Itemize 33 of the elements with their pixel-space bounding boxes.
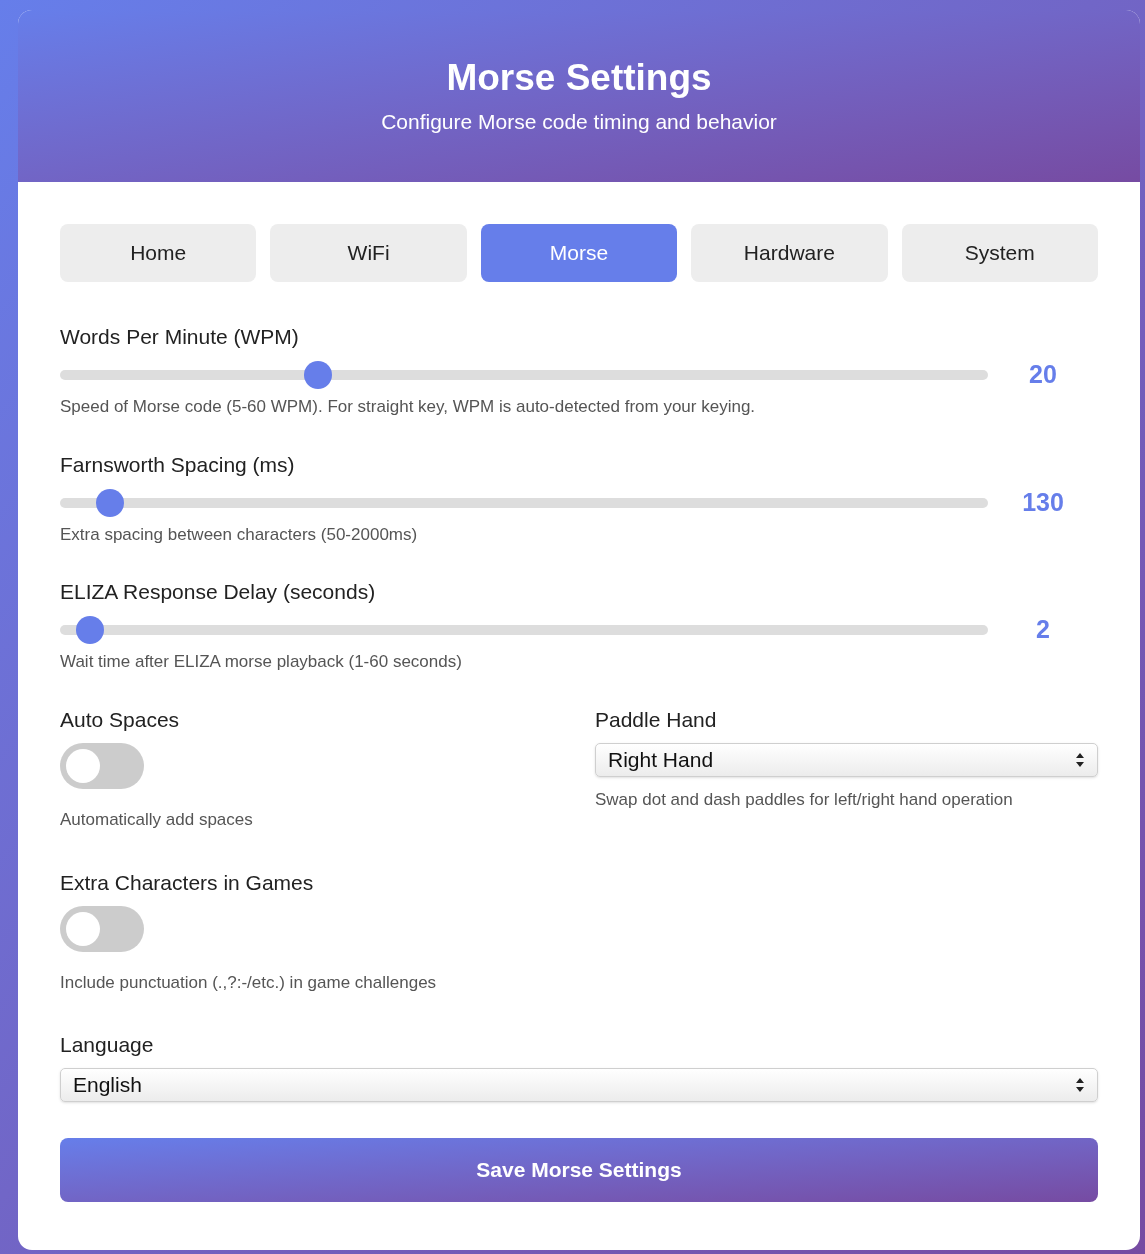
toggle-switch[interactable] — [60, 742, 144, 789]
nav-tab[interactable]: Morse — [480, 224, 678, 282]
slider-thumb[interactable] — [303, 361, 332, 389]
slider-value: 20 — [1029, 359, 1057, 391]
setting-label: Farnsworth Spacing (ms) — [60, 451, 296, 478]
language-select[interactable]: English — [60, 1067, 1098, 1102]
setting-description: Wait time after ELIZA morse playback (1-60 seconds) — [60, 651, 463, 673]
slider-thumb[interactable] — [75, 616, 104, 644]
slider-thumb[interactable] — [96, 488, 125, 517]
paddle-hand-select[interactable]: Right Hand — [595, 742, 1098, 777]
nav-tab[interactable]: System — [901, 224, 1098, 282]
nav-tab[interactable]: WiFi — [270, 224, 467, 282]
slider-value: 130 — [1022, 486, 1064, 518]
setting-description: Automatically add spaces — [60, 808, 254, 831]
nav-tab[interactable]: Hardware — [691, 224, 888, 282]
setting-description: Speed of Morse code (5-60 WPM). For straight key, WPM is auto-detected from your keying. — [60, 396, 757, 418]
setting-label: Language — [60, 1031, 155, 1058]
dropdown-arrows-icon — [1075, 1076, 1085, 1093]
setting-label: ELIZA Response Delay (seconds) — [60, 579, 377, 605]
setting-label: Auto Spaces — [60, 706, 181, 733]
save-button[interactable]: Save Morse Settings — [60, 1137, 1098, 1202]
dropdown-arrows-icon — [1075, 751, 1085, 768]
setting-description: Extra spacing between characters (50-2000ms) — [60, 523, 419, 546]
setting-label: Words Per Minute (WPM) — [60, 324, 300, 350]
setting-label: Paddle Hand — [595, 706, 718, 733]
nav-tab[interactable]: Home — [60, 224, 257, 282]
page-title: Morse Settings — [446, 56, 712, 100]
page-subtitle: Configure Morse code timing and behavior — [381, 109, 777, 135]
toggle-switch[interactable] — [60, 906, 144, 952]
slider-value: 2 — [1036, 614, 1050, 646]
setting-description: Swap dot and dash paddles for left/right hand operation — [595, 788, 1014, 811]
setting-label: Extra Characters in Games — [60, 870, 315, 896]
setting-description: Include punctuation (.,?:-/etc.) in game challenges — [60, 972, 438, 994]
